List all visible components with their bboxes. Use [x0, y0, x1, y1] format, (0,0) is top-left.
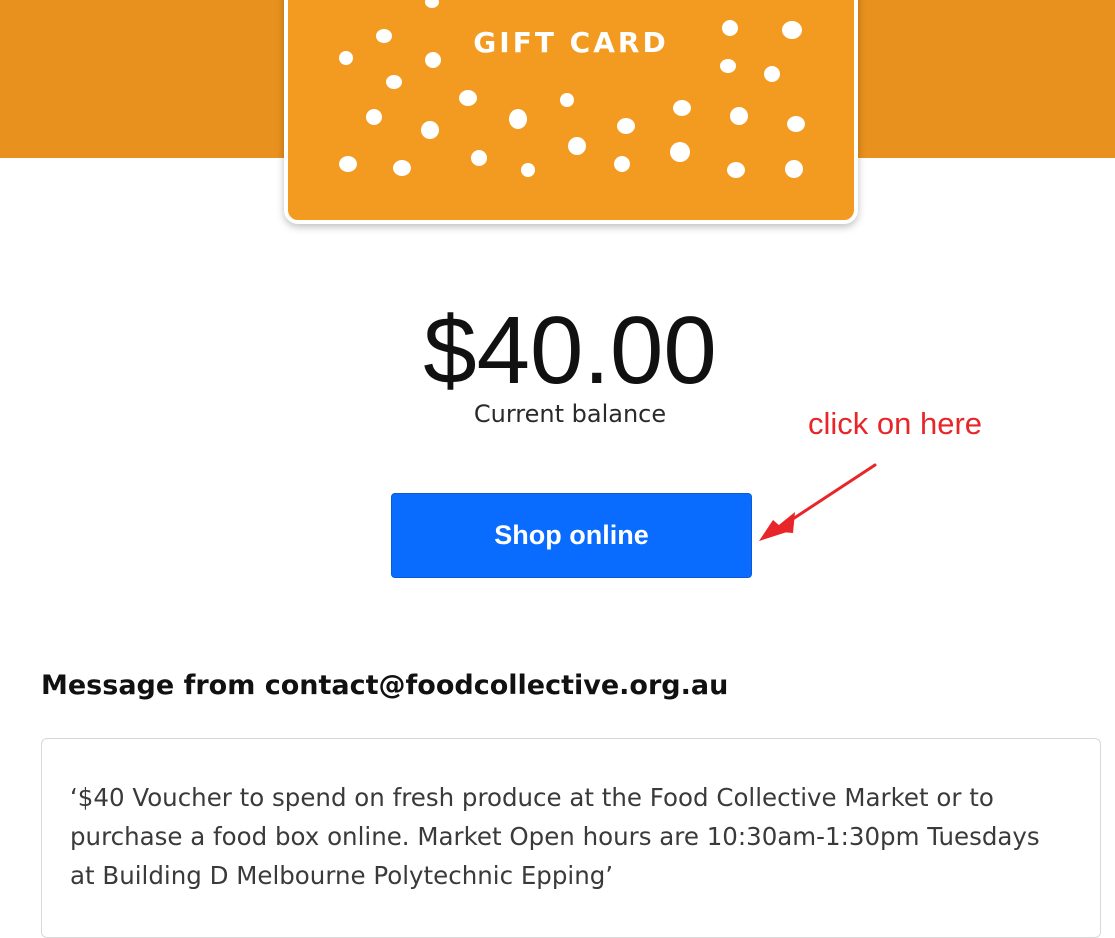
balance-amount: $40.00: [423, 297, 717, 404]
shop-online-button[interactable]: Shop online: [391, 493, 752, 578]
gift-card-image: GIFT CARD: [284, 0, 858, 224]
annotation-label: click on here: [808, 406, 983, 441]
annotation-arrow-icon: [759, 463, 877, 541]
gift-card-title: GIFT CARD: [473, 26, 669, 59]
message-box: ‘$40 Voucher to spend on fresh produce a…: [41, 738, 1101, 938]
message-body: ‘$40 Voucher to spend on fresh produce a…: [70, 783, 1040, 890]
message-heading: Message from contact@foodcollective.org.…: [41, 670, 729, 701]
